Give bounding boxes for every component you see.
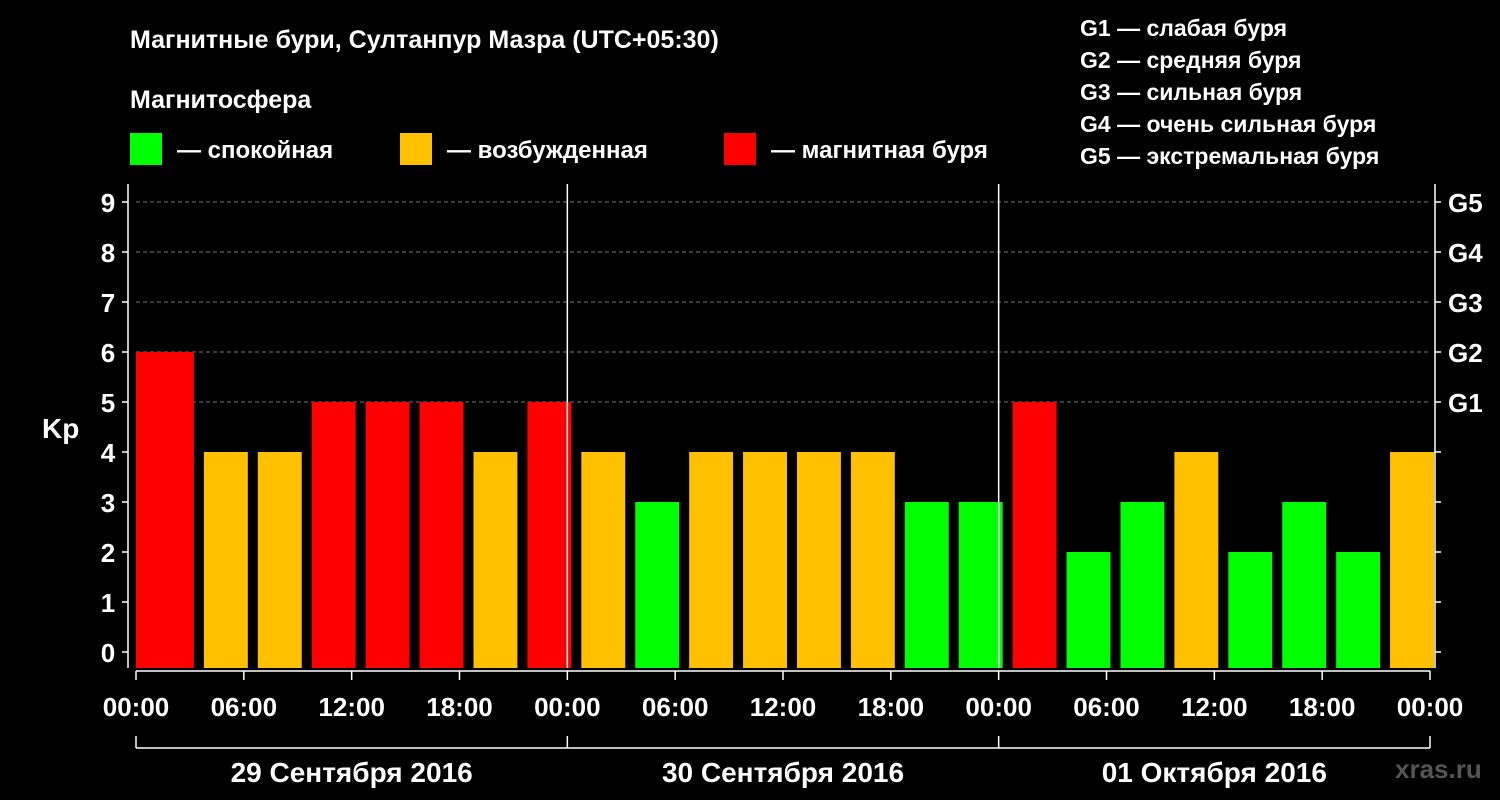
x-tick-label: 00:00 [534, 692, 601, 722]
y-tick-label: 6 [101, 338, 115, 368]
bar [958, 502, 1003, 668]
g-scale-g3: G3 — сильная буря [1080, 79, 1302, 105]
day-label: 01 Октября 2016 [1102, 757, 1327, 788]
y-tick-label: 2 [101, 538, 115, 568]
bar [1174, 452, 1219, 668]
bar [473, 452, 518, 668]
g-level-label: G3 [1448, 288, 1483, 318]
x-tick-label: 06:00 [1073, 692, 1140, 722]
g-level-label: G1 [1448, 388, 1483, 418]
bar [1012, 402, 1057, 668]
g-level-label: G5 [1448, 188, 1483, 218]
bar [796, 452, 841, 668]
y-tick-label: 9 [101, 188, 115, 218]
bar [257, 452, 302, 668]
x-tick-label: 06:00 [642, 692, 709, 722]
bar [1120, 502, 1165, 668]
x-tick-label: 18:00 [426, 692, 493, 722]
bar [689, 452, 734, 668]
x-tick-label: 12:00 [750, 692, 817, 722]
g-scale-g2: G2 — средняя буря [1080, 47, 1301, 73]
day-label: 29 Сентября 2016 [231, 757, 473, 788]
bar [527, 402, 572, 668]
g-scale-g5: G5 — экстремальная буря [1080, 143, 1379, 169]
bar [419, 402, 464, 668]
g-level-label: G2 [1448, 338, 1483, 368]
y-tick-label: 1 [101, 588, 115, 618]
g-scale-g1: G1 — слабая буря [1080, 15, 1287, 41]
bar [1282, 502, 1327, 668]
g-scale-g4: G4 — очень сильная буря [1080, 111, 1376, 137]
g-level-label: G4 [1448, 238, 1483, 268]
day-label: 30 Сентября 2016 [662, 757, 904, 788]
legend-swatch-excited [400, 133, 432, 165]
bar [1228, 552, 1273, 668]
legend-label-calm: — спокойная [177, 137, 333, 164]
x-tick-label: 12:00 [318, 692, 385, 722]
x-tick-label: 06:00 [211, 692, 278, 722]
legend: — спокойная — возбужденная — магнитная б… [130, 133, 988, 165]
bar [311, 402, 356, 668]
legend-swatch-calm [130, 133, 162, 165]
y-tick-label: 7 [101, 288, 115, 318]
x-tick-label: 18:00 [1289, 692, 1356, 722]
bar [581, 452, 626, 668]
y-tick-label: 8 [101, 238, 115, 268]
x-tick-label: 00:00 [965, 692, 1032, 722]
bar [136, 352, 194, 668]
bar [904, 502, 949, 668]
legend-title: Магнитосфера [130, 86, 312, 114]
bar [1066, 552, 1111, 668]
bar [635, 502, 680, 668]
x-tick-label: 00:00 [103, 692, 170, 722]
bar [1390, 452, 1434, 668]
legend-swatch-storm [724, 133, 756, 165]
bar [203, 452, 248, 668]
y-tick-label: 3 [101, 488, 115, 518]
legend-label-storm: — магнитная буря [771, 137, 988, 164]
x-tick-label: 00:00 [1397, 692, 1464, 722]
kp-chart: Магнитные бури, Султанпур Мазра (UTC+05:… [0, 0, 1500, 800]
y-tick-label: 4 [101, 438, 116, 468]
bar [365, 402, 410, 668]
y-axis-label: Kp [42, 413, 79, 444]
x-tick-label: 12:00 [1181, 692, 1248, 722]
x-tick-label: 18:00 [858, 692, 925, 722]
chart-title: Магнитные бури, Султанпур Мазра (UTC+05:… [130, 26, 719, 54]
y-tick-label: 5 [101, 388, 115, 418]
legend-label-excited: — возбужденная [447, 137, 648, 164]
bar [1336, 552, 1381, 668]
y-tick-label: 0 [101, 638, 115, 668]
bar [850, 452, 895, 668]
watermark: xras.ru [1395, 754, 1482, 784]
bar [743, 452, 787, 668]
